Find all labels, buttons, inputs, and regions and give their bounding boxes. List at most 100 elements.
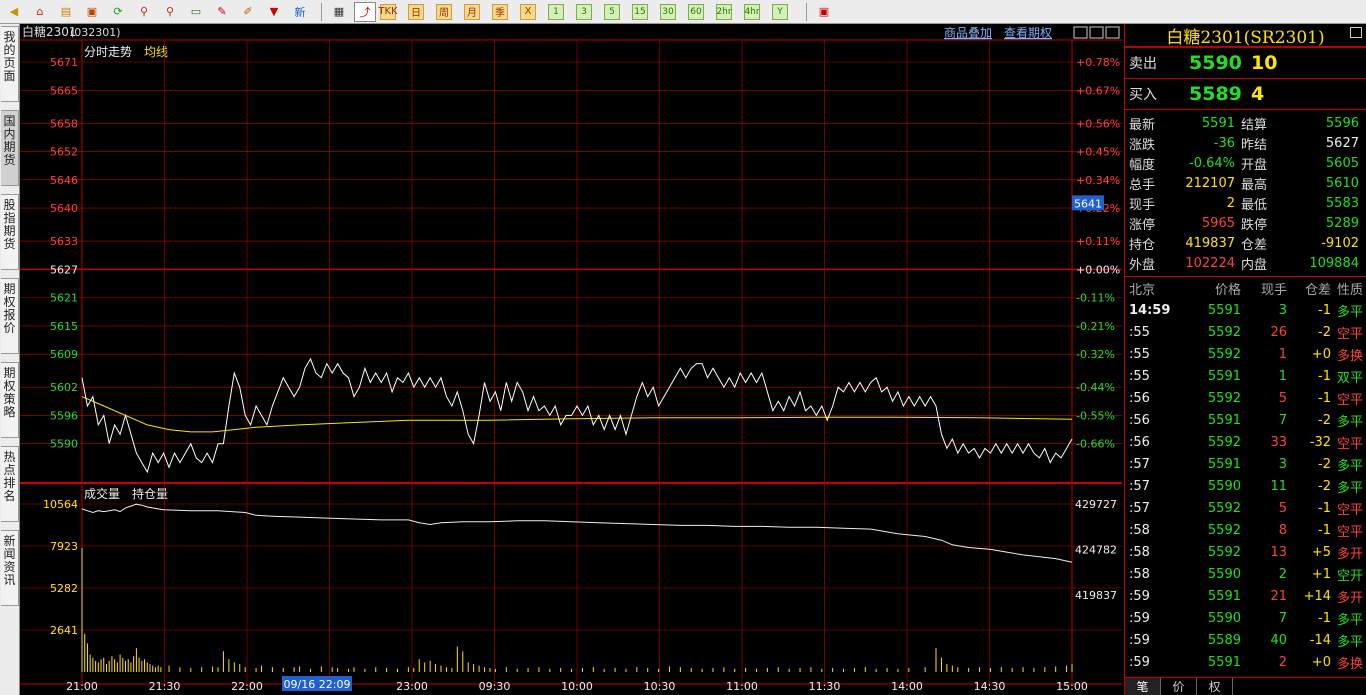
palette-icon[interactable]: ✐: [237, 2, 259, 22]
custom-period-icon[interactable]: X: [520, 3, 536, 20]
weekly-chart-icon[interactable]: 周: [436, 3, 452, 20]
percent-tick-label: +0.00%: [1076, 263, 1120, 276]
monthly-chart-icon[interactable]: 月: [464, 3, 480, 20]
quote-row: 总手 212107 最高 5610: [1125, 173, 1366, 193]
60min-chart-icon[interactable]: 60: [688, 3, 704, 20]
15min-chart-icon[interactable]: 15: [632, 3, 648, 20]
commodity-overlay-link[interactable]: 商品叠加: [944, 25, 992, 40]
window-toggle-icon[interactable]: [1350, 27, 1362, 38]
quote-row: 最新 5591 结算 5596: [1125, 113, 1366, 133]
percent-tick-label: -0.21%: [1076, 320, 1115, 333]
time-tick-label: 14:00: [891, 680, 923, 692]
view-options-link[interactable]: 查看期权: [1004, 26, 1052, 40]
volume-tick-label: 7923: [50, 540, 78, 553]
oi-tick-label: 419837: [1075, 589, 1117, 602]
zoom-out-icon[interactable]: ⚲: [159, 2, 181, 22]
timeshare-chart[interactable]: 白糖2301(032301)分时走势 均线成交量 持仓量商品叠加 查看期权5671 +0…: [20, 24, 1122, 693]
3min-chart-icon[interactable]: 3: [576, 3, 592, 20]
tick-row: :56 5591 7 -2 多平: [1125, 409, 1366, 431]
tick-row: :58 5592 13 +5 多开: [1125, 541, 1366, 563]
1min-chart-icon[interactable]: 1: [548, 3, 564, 20]
quote-label: 幅度: [1129, 157, 1156, 173]
tab-timeshare: 分时走势: [84, 45, 132, 59]
tick-price: 5590: [1207, 566, 1241, 582]
instrument-name: 白糖2301: [22, 24, 77, 39]
tick-volume: 33: [1270, 434, 1287, 450]
side-tab-hot-ranking[interactable]: 热点排名: [1, 446, 19, 522]
tab-price[interactable]: 价: [1161, 678, 1197, 695]
quote-value: 109884: [1309, 255, 1359, 271]
tick-time: :56: [1129, 434, 1150, 450]
tick-row: :57 5591 3 -2 多平: [1125, 453, 1366, 475]
side-tab-option-quotes[interactable]: 期权报价: [1, 278, 19, 354]
2hr-chart-icon[interactable]: 2hr: [716, 3, 732, 20]
quote-value: -0.64%: [1189, 155, 1235, 171]
new-icon[interactable]: 新: [289, 2, 311, 22]
notebook-icon[interactable]: ▤: [55, 2, 77, 22]
tab-rights[interactable]: 权: [1197, 678, 1233, 695]
percent-tick-label: +0.67%: [1076, 84, 1120, 97]
quote-value: 5596: [1325, 115, 1359, 131]
tick-nature: 多换: [1336, 656, 1363, 672]
quote-value: 5610: [1325, 175, 1359, 191]
tick-time: :57: [1129, 478, 1150, 494]
ticks-header-cell: 仓差: [1304, 282, 1331, 298]
side-tab-option-strategy[interactable]: 期权策略: [1, 362, 19, 438]
screen-icon[interactable]: ▣: [813, 2, 835, 22]
calendar-icon[interactable]: ▣: [81, 2, 103, 22]
time-tick-label: 22:00: [231, 680, 263, 692]
tick-oi-change: -32: [1309, 434, 1331, 450]
filter-icon[interactable]: ▼: [263, 2, 285, 22]
30min-chart-icon[interactable]: 30: [660, 3, 676, 20]
tick-oi-change: +1: [1311, 566, 1331, 582]
pen-icon[interactable]: ✎: [211, 2, 233, 22]
toolbar: ◀ ⌂ ▤ ▣ ⟳ ⚲ ⚲ ▭ ✎ ✐ ▼ 新 ▦ ⤴ TKK 日 周 月 季 …: [0, 0, 1366, 24]
tick-price: 5590: [1207, 610, 1241, 626]
quote-value: 5965: [1201, 215, 1235, 231]
table-icon[interactable]: ▦: [328, 2, 350, 22]
5min-chart-icon[interactable]: 5: [604, 3, 620, 20]
tick-row: :59 5591 2 +0 多换: [1125, 651, 1366, 673]
seasonal-chart-icon[interactable]: 季: [492, 3, 508, 20]
tick-oi-change: +0: [1311, 346, 1331, 362]
tick-volume: 3: [1278, 456, 1287, 472]
quote-label: 外盘: [1129, 257, 1156, 273]
tick-nature: 空平: [1336, 436, 1363, 452]
tick-time: :58: [1129, 544, 1150, 560]
quote-row: 涨停 5965 跌停 5289: [1125, 213, 1366, 233]
tick-nature: 多开: [1336, 546, 1363, 562]
home-icon[interactable]: ⌂: [29, 2, 51, 22]
tick-row: :56 5592 5 -1 空平: [1125, 387, 1366, 409]
chart-area[interactable]: 白糖2301 (032301) 分时走势 均线 成交量 持仓量 商品叠加 查看期权 5671 +0…: [20, 24, 1122, 693]
tick-time: :56: [1129, 412, 1150, 428]
back-arrow-icon[interactable]: ◀: [3, 2, 25, 22]
buy-row: 买入 5589 4: [1125, 79, 1366, 110]
tick-time: :59: [1129, 654, 1150, 670]
timeshare-chart-icon[interactable]: ⤴: [354, 1, 376, 22]
side-tab-news[interactable]: 新闻资讯: [1, 530, 19, 606]
daily-chart-icon[interactable]: 日: [408, 3, 424, 20]
quote-row: 涨跌 -36 昨结 5627: [1125, 133, 1366, 153]
toolbar-divider: [321, 2, 322, 21]
quote-value: 5583: [1325, 195, 1359, 211]
price-tick-label: 5621: [50, 292, 78, 305]
quote-label: 最高: [1241, 177, 1268, 193]
refresh-icon[interactable]: ⟳: [107, 2, 129, 22]
zoom-in-icon[interactable]: ⚲: [133, 2, 155, 22]
price-tick-label: 5665: [50, 84, 78, 97]
side-tab-domestic-futures[interactable]: 国内期货: [1, 110, 19, 186]
window-icon[interactable]: ▭: [185, 2, 207, 22]
tab-ticks[interactable]: 笔: [1125, 678, 1161, 695]
tick-nature: 空平: [1336, 502, 1363, 518]
toolbar-divider: [806, 2, 807, 21]
quote-value: 5627: [1325, 135, 1359, 151]
side-tab-my-page[interactable]: 我的页面: [1, 26, 19, 102]
time-tick-label: 10:30: [644, 680, 676, 692]
4hr-chart-icon[interactable]: 4hr: [744, 3, 760, 20]
tick-chart-icon[interactable]: TKK: [378, 3, 398, 20]
side-tab-index-futures[interactable]: 股指期货: [1, 194, 19, 270]
ticks-header-cell: 价格: [1214, 282, 1241, 298]
tick-nature: 多开: [1336, 590, 1363, 606]
yearly-chart-icon[interactable]: Y: [772, 3, 788, 20]
volume-tab: 成交量: [84, 486, 120, 501]
